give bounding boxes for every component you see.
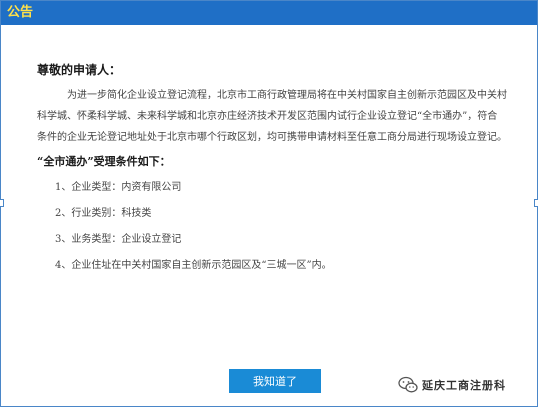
announcement-paragraph: 为进一步简化企业设立登记流程，北京市工商行政管理局将在中关村国家自主创新示范园区…: [37, 90, 507, 143]
resize-handle-right[interactable]: [534, 199, 538, 207]
greeting: 尊敬的申请人：: [37, 63, 122, 77]
watermark: 延庆工商注册科: [398, 374, 506, 396]
condition-item: 2、行业类别：科技类: [55, 208, 152, 219]
conditions-title: “全市通办”受理条件如下：: [37, 155, 171, 168]
condition-item: 3、业务类型：企业设立登记: [55, 234, 182, 245]
condition-item: 1、企业类型：内资有限公司: [55, 182, 182, 193]
condition-item: 4、企业住址在中关村国家自主创新示范园区及“三城一区”内。: [55, 260, 332, 271]
dialog-titlebar[interactable]: 公告: [1, 1, 537, 25]
wechat-icon: [398, 376, 418, 394]
conditions-list: 1、企业类型：内资有限公司 2、行业类别：科技类 3、业务类型：企业设立登记 4…: [55, 175, 495, 279]
announcement-content: 尊敬的申请人： 为进一步简化企业设立登记流程，北京市工商行政管理局将在中关村国家…: [25, 41, 515, 289]
watermark-text: 延庆工商注册科: [422, 379, 506, 392]
acknowledge-button[interactable]: 我知道了: [229, 369, 321, 393]
announcement-dialog: 公告 尊敬的申请人： 为进一步简化企业设立登记流程，北京市工商行政管理局将在中关…: [0, 0, 538, 407]
resize-handle-left[interactable]: [0, 199, 4, 207]
dialog-title: 公告: [7, 5, 34, 20]
